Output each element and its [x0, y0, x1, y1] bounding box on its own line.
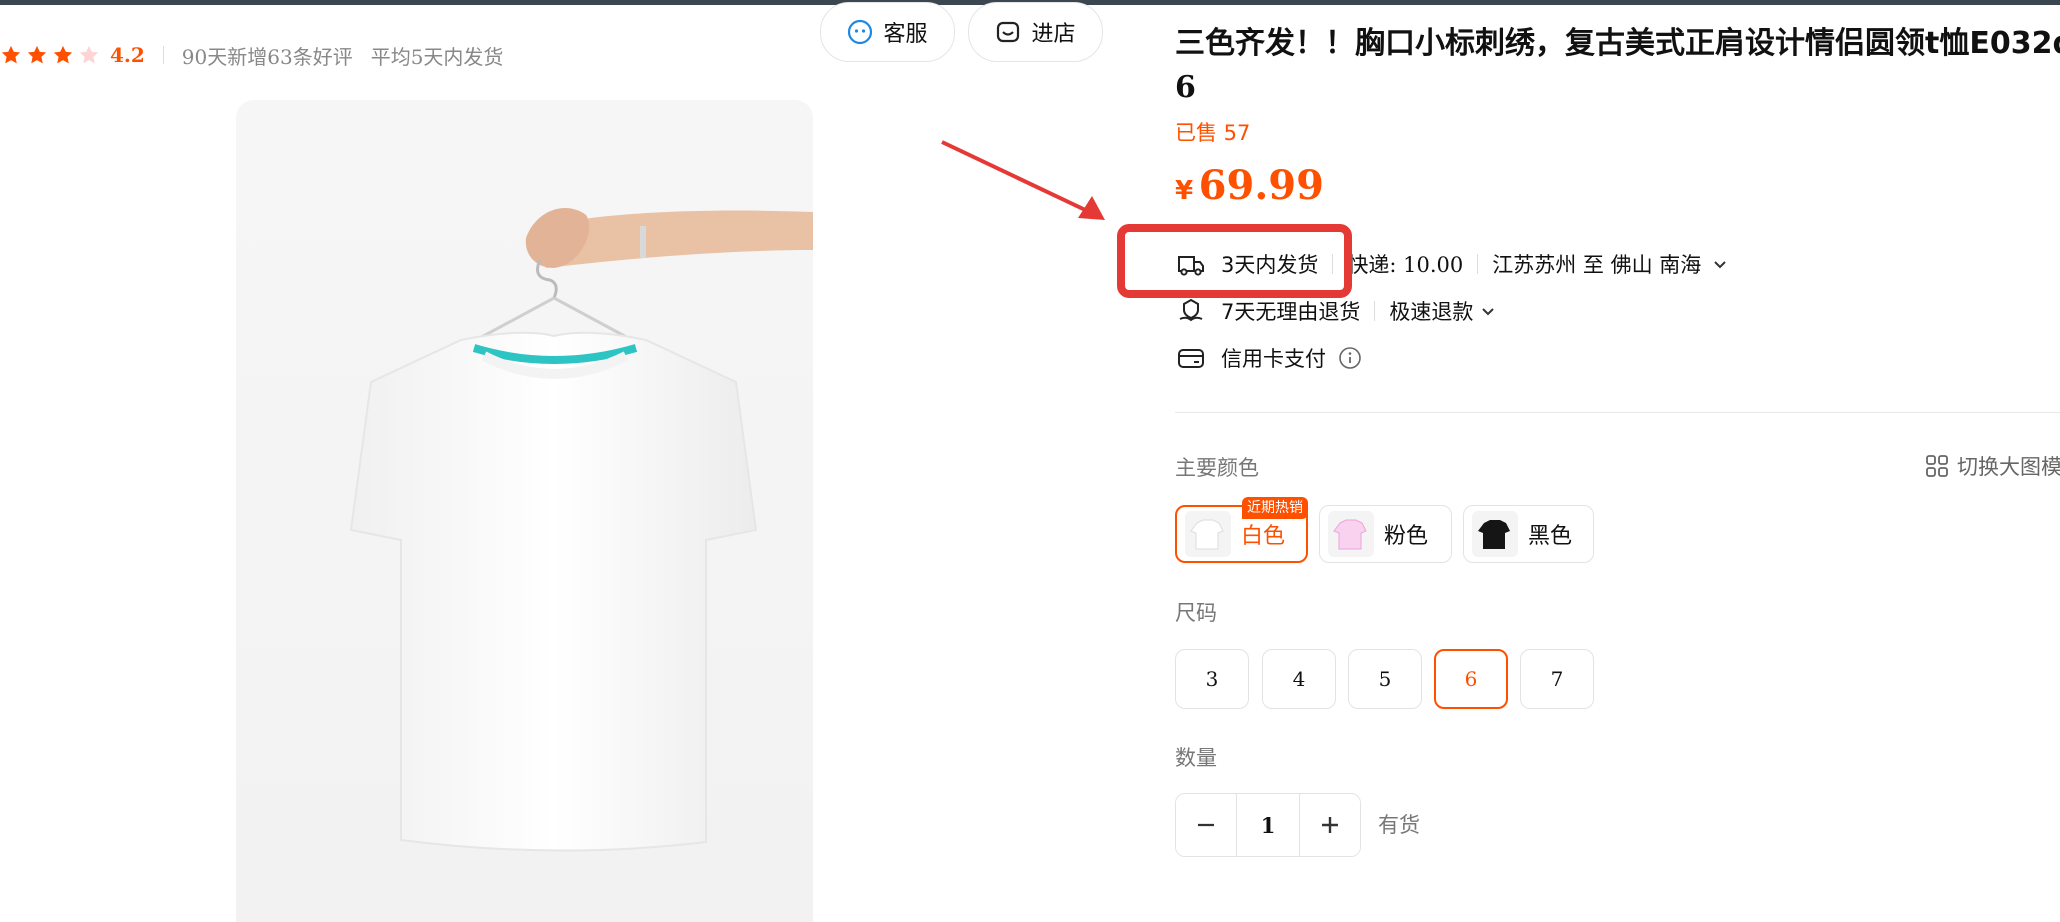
size-option-4[interactable]: 4	[1262, 649, 1336, 709]
return-hand-icon	[1179, 298, 1203, 322]
enter-store-label: 进店	[1031, 22, 1076, 47]
minus-icon	[1198, 823, 1214, 827]
express-fee: 快递: 10.00	[1347, 253, 1464, 277]
black-shirt-thumbnail	[1472, 511, 1518, 557]
sold-count: 已售 57	[1175, 121, 1251, 145]
chat-robot-icon	[848, 19, 873, 45]
divider	[162, 46, 164, 64]
color-name: 白色	[1241, 524, 1286, 549]
section-divider	[1175, 412, 2060, 413]
credit-card-icon	[1178, 349, 1204, 368]
color-option-pink[interactable]: 粉色	[1319, 505, 1452, 563]
quantity-stepper: 1	[1175, 793, 1361, 857]
color-label: 主要颜色	[1175, 456, 1259, 480]
product-main-image[interactable]	[236, 100, 813, 922]
color-name: 粉色	[1384, 524, 1429, 549]
annotation-arrow	[941, 140, 1105, 220]
switch-large-image-button[interactable]: 切换大图模	[1925, 451, 2060, 481]
increase-button[interactable]	[1300, 794, 1360, 856]
rating-score: 4.2	[110, 43, 145, 67]
size-option-6[interactable]: 6	[1434, 649, 1508, 709]
plus-icon	[1322, 817, 1338, 833]
star-empty-icon	[79, 45, 99, 64]
annotation-highlight-box	[1117, 224, 1352, 298]
color-option-black[interactable]: 黑色	[1463, 505, 1594, 563]
price-value: 69.99	[1198, 162, 1324, 209]
price: ¥ 69.99	[1175, 162, 1324, 209]
chevron-down-icon[interactable]	[1479, 302, 1497, 320]
size-label: 尺码	[1175, 601, 1217, 625]
color-option-white[interactable]: 白色 近期热销	[1175, 497, 1308, 563]
shipping-route[interactable]: 江苏苏州 至 佛山 南海	[1492, 249, 1701, 279]
customer-service-button[interactable]: 客服	[820, 2, 955, 62]
store-icon	[997, 21, 1020, 43]
rating-stat-reviews: 90天新增63条好评	[181, 44, 353, 69]
switch-view-label: 切换大图模	[1957, 455, 2060, 479]
refund-policy[interactable]: 极速退款	[1389, 296, 1473, 326]
payment-row: 信用卡支付	[1175, 341, 1362, 375]
star-icon	[1, 45, 21, 64]
size-option-7[interactable]: 7	[1520, 649, 1594, 709]
quantity-input[interactable]: 1	[1236, 794, 1300, 856]
quantity-label: 数量	[1175, 746, 1217, 770]
color-name: 黑色	[1528, 524, 1573, 549]
rating-stat-shipping: 平均5天内发货	[370, 44, 504, 69]
returns-row: 7天无理由退货 极速退款	[1175, 294, 1497, 328]
divider	[1477, 254, 1479, 274]
rating-row: 4.2 90天新增63条好评 平均5天内发货	[0, 40, 521, 70]
price-currency: ¥	[1175, 176, 1194, 206]
divider	[1374, 301, 1376, 321]
hot-sale-badge: 近期热销	[1242, 497, 1308, 519]
info-icon[interactable]	[1338, 346, 1362, 370]
product-title: 三色齐发！！胸口小标刺绣，复古美式正肩设计情侣圆领t恤E032d	[1175, 26, 2060, 61]
product-title-continued: 6	[1175, 70, 1196, 105]
pink-shirt-thumbnail	[1328, 511, 1374, 557]
enter-store-button[interactable]: 进店	[968, 2, 1103, 62]
size-option-3[interactable]: 3	[1175, 649, 1249, 709]
white-tshirt-photo	[349, 208, 813, 852]
star-icon	[53, 45, 73, 64]
size-option-5[interactable]: 5	[1348, 649, 1422, 709]
star-icon	[27, 45, 47, 64]
chevron-down-icon[interactable]	[1711, 255, 1729, 273]
decrease-button[interactable]	[1176, 794, 1236, 856]
payment-method: 信用卡支付	[1221, 347, 1326, 371]
grid-view-icon	[1926, 455, 1948, 477]
stock-status: 有货	[1378, 813, 1420, 837]
return-policy: 7天无理由退货	[1221, 300, 1361, 324]
customer-service-label: 客服	[883, 22, 928, 47]
white-shirt-thumbnail	[1185, 511, 1231, 557]
